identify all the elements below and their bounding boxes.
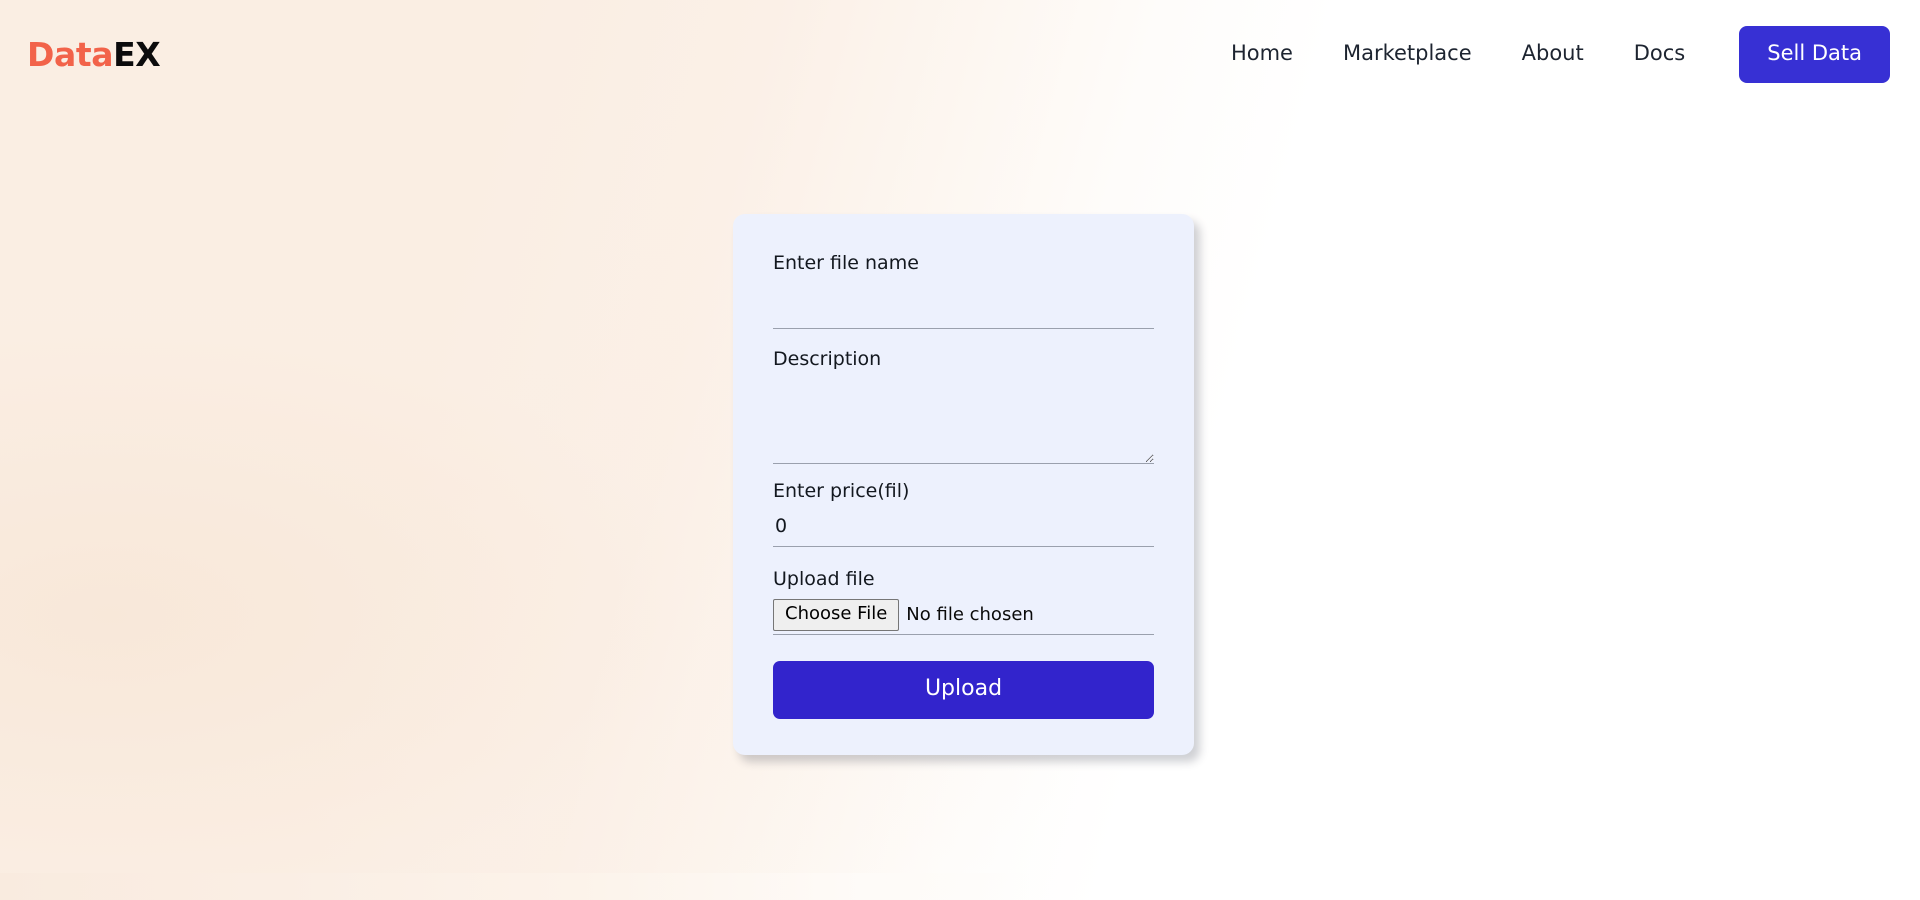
field-price: Enter price(fil) xyxy=(773,480,1154,548)
field-file-name: Enter file name xyxy=(773,252,1154,329)
upload-form-card: Enter file name Description Enter price(… xyxy=(733,214,1194,755)
upload-file-label: Upload file xyxy=(773,568,875,591)
page-root: DataEX Home Marketplace About Docs Sell … xyxy=(0,0,1920,900)
price-label: Enter price(fil) xyxy=(773,479,910,502)
field-upload-file: Upload file Choose File No file chosen xyxy=(773,568,1154,635)
brand-logo[interactable]: DataEX xyxy=(27,34,161,74)
brand-logo-data: Data xyxy=(27,34,114,74)
description-label: Description xyxy=(773,347,882,370)
nav-link-home[interactable]: Home xyxy=(1206,35,1318,72)
file-name-label: Enter file name xyxy=(773,252,919,274)
file-chosen-status: No file chosen xyxy=(906,604,1034,625)
main-navigation: Home Marketplace About Docs Sell Data xyxy=(1206,25,1890,83)
nav-link-about[interactable]: About xyxy=(1497,35,1609,72)
file-name-input[interactable] xyxy=(773,288,1154,329)
background-bottom-band xyxy=(0,873,1030,900)
brand-logo-ex: EX xyxy=(113,34,161,74)
file-input-row[interactable]: Choose File No file chosen xyxy=(773,597,1154,635)
choose-file-button[interactable]: Choose File xyxy=(773,598,900,631)
field-description: Description xyxy=(773,348,1154,464)
site-header: DataEX Home Marketplace About Docs Sell … xyxy=(0,0,1920,108)
description-textarea[interactable] xyxy=(773,377,1154,464)
upload-submit-button[interactable]: Upload xyxy=(773,661,1154,719)
nav-link-marketplace[interactable]: Marketplace xyxy=(1318,35,1497,72)
price-input[interactable] xyxy=(773,507,1154,548)
nav-link-docs[interactable]: Docs xyxy=(1609,35,1711,72)
sell-data-button[interactable]: Sell Data xyxy=(1739,25,1890,83)
